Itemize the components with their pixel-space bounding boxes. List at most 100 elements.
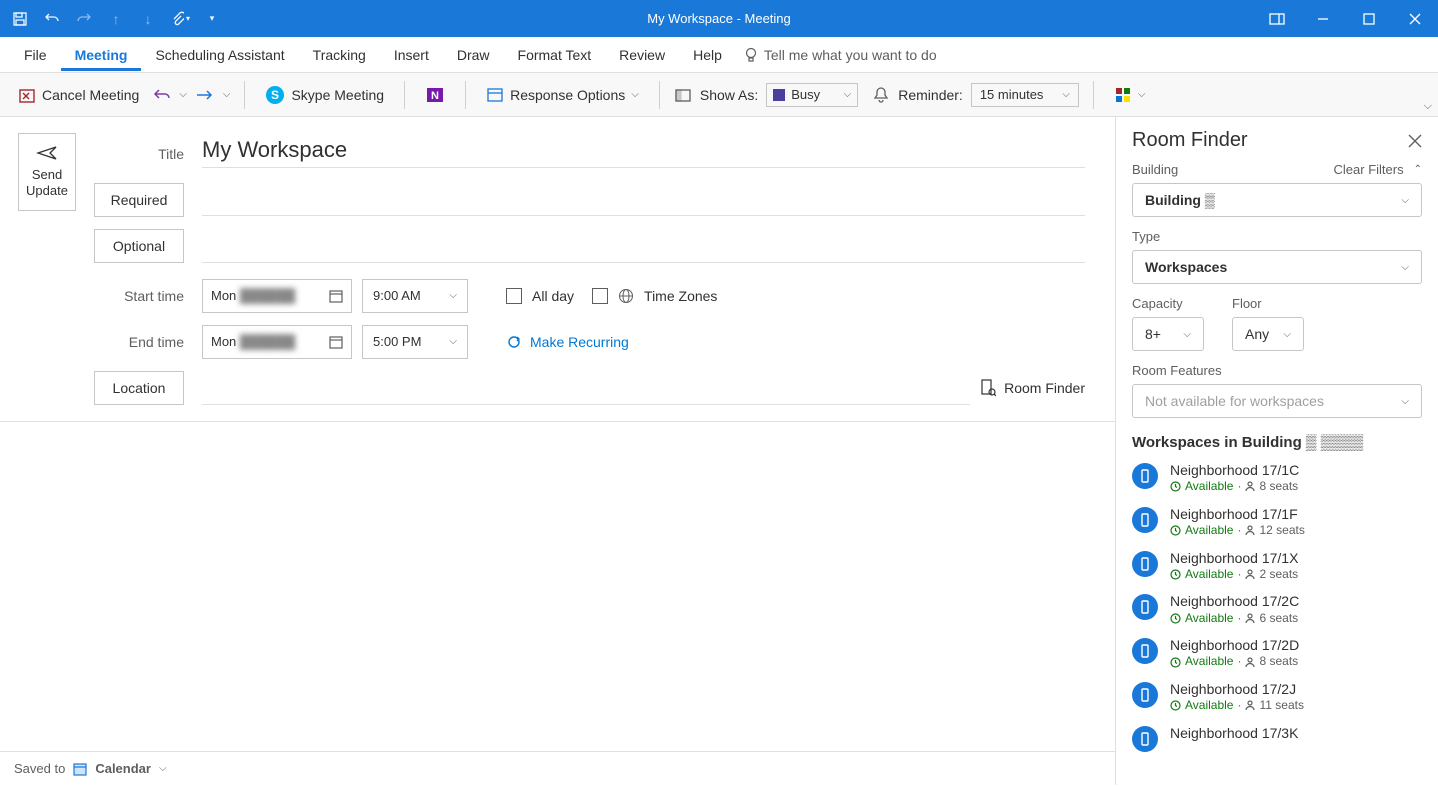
quick-access-toolbar: ↑ ↓ ▾ ▾ [0,5,232,33]
showas-select[interactable]: Busy ⌵ [766,83,858,107]
svg-text:N: N [431,90,439,102]
optional-button[interactable]: Optional [94,229,184,263]
tab-draw[interactable]: Draw [443,39,504,71]
start-date-input[interactable]: Mon ██████ [202,279,352,313]
close-icon[interactable] [1408,134,1422,148]
capacity-label: Capacity [1132,296,1204,311]
chevron-down-icon: ⌵ [1401,396,1409,407]
end-date-input[interactable]: Mon ██████ [202,325,352,359]
workspace-item[interactable]: Neighborhood 17/1XAvailable · 2 seats [1132,549,1422,583]
tab-tracking[interactable]: Tracking [299,39,380,71]
title-input[interactable]: My Workspace [202,133,1085,168]
onenote-button[interactable]: N [419,81,451,109]
reminder-select[interactable]: 15 minutes ⌵ [971,83,1079,107]
chevron-up-icon[interactable]: ⌃ [1414,164,1422,175]
redo-icon[interactable] [70,5,98,33]
tell-me-label: Tell me what you want to do [764,47,937,63]
chevron-down-icon[interactable]: ⌵ [159,763,167,774]
undo-icon[interactable] [153,88,171,102]
tab-review[interactable]: Review [605,39,679,71]
tab-scheduling-assistant[interactable]: Scheduling Assistant [141,39,298,71]
workspace-name: Neighborhood 17/1X [1170,549,1298,567]
features-select: Not available for workspaces⌵ [1132,384,1422,418]
tell-me-search[interactable]: Tell me what you want to do [744,47,937,63]
arrow-down-icon[interactable]: ↓ [134,5,162,33]
clear-filters-button[interactable]: Clear Filters [1334,162,1404,177]
workspace-item[interactable]: Neighborhood 17/2JAvailable · 11 seats [1132,680,1422,714]
forward-arrow-icon[interactable] [195,89,215,101]
workspace-name: Neighborhood 17/2J [1170,680,1304,698]
skype-icon: S [265,85,285,105]
features-label: Room Features [1132,363,1222,378]
tab-help[interactable]: Help [679,39,736,71]
required-button[interactable]: Required [94,183,184,217]
tab-meeting[interactable]: Meeting [61,39,142,71]
customize-qa-icon[interactable]: ▾ [198,5,226,33]
chevron-down-icon: ⌵ [1401,195,1409,206]
optional-input[interactable] [202,228,1085,263]
minimize-icon[interactable] [1300,0,1346,37]
collapse-ribbon-icon[interactable]: ⌵ [1424,100,1432,113]
ribbon-display-icon[interactable] [1254,0,1300,37]
location-input[interactable] [202,371,970,405]
chevron-down-icon: ⌵ [449,336,457,347]
chevron-down-icon: ⌵ [1138,89,1146,100]
attachment-icon[interactable]: ▾ [166,5,194,33]
location-button[interactable]: Location [94,371,184,405]
room-finder-toggle[interactable]: Room Finder [980,379,1085,397]
workspace-list: Neighborhood 17/1CAvailable · 8 seats Nei… [1132,461,1422,752]
workspace-item[interactable]: Neighborhood 17/1FAvailable · 12 seats [1132,505,1422,539]
capacity-select[interactable]: 8+⌵ [1132,317,1204,351]
building-select[interactable]: Building ▒⌵ [1132,183,1422,217]
send-icon [36,145,58,161]
save-icon[interactable] [6,5,34,33]
make-recurring-button[interactable]: Make Recurring [506,334,629,350]
floor-label: Floor [1232,296,1304,311]
close-icon[interactable] [1392,0,1438,37]
timezones-label: Time Zones [644,288,717,304]
tab-file[interactable]: File [10,39,61,71]
cancel-calendar-icon [18,87,36,103]
workspace-name: Neighborhood 17/2C [1170,592,1299,610]
workspace-item[interactable]: Neighborhood 17/3K [1132,724,1422,752]
send-update-button[interactable]: Send Update [18,133,76,211]
allday-label: All day [532,288,574,304]
chevron-down-icon: ⌵ [1062,89,1070,100]
floor-select[interactable]: Any⌵ [1232,317,1304,351]
maximize-icon[interactable] [1346,0,1392,37]
end-time-label: End time [129,325,184,359]
chevron-down-icon[interactable]: ⌵ [223,89,231,100]
separator [465,81,466,109]
calendar-icon [73,762,87,776]
tab-insert[interactable]: Insert [380,39,443,71]
workspace-name: Neighborhood 17/3K [1170,724,1298,742]
required-input[interactable] [202,180,1085,215]
response-options-button[interactable]: Response Options ⌵ [480,83,645,107]
room-finder-icon [980,379,996,397]
skype-meeting-button[interactable]: S Skype Meeting [259,81,390,109]
arrow-up-icon[interactable]: ↑ [102,5,130,33]
chevron-down-icon: ⌵ [1401,262,1409,273]
categorize-button[interactable]: ⌵ [1108,82,1152,108]
workspace-item[interactable]: Neighborhood 17/1CAvailable · 8 seats [1132,461,1422,495]
timezones-checkbox[interactable] [592,288,608,304]
chevron-down-icon[interactable]: ⌵ [179,89,187,100]
workspace-icon [1132,551,1158,577]
busy-color-icon [773,89,785,101]
workspace-item[interactable]: Neighborhood 17/2DAvailable · 8 seats [1132,636,1422,670]
start-time-select[interactable]: 9:00 AM⌵ [362,279,468,313]
undo-icon[interactable] [38,5,66,33]
calendar-icon [329,289,343,303]
tab-format-text[interactable]: Format Text [504,39,606,71]
type-select[interactable]: Workspaces⌵ [1132,250,1422,284]
cancel-meeting-button[interactable]: Cancel Meeting [12,83,145,107]
allday-checkbox[interactable] [506,288,522,304]
calendar-name[interactable]: Calendar [95,761,151,776]
meeting-body[interactable] [0,422,1115,751]
workspace-meta: Available · 8 seats [1170,654,1299,670]
end-time-select[interactable]: 5:00 PM⌵ [362,325,468,359]
globe-icon [618,288,634,304]
start-time-label: Start time [124,279,184,313]
workspace-item[interactable]: Neighborhood 17/2CAvailable · 6 seats [1132,592,1422,626]
separator [1093,81,1094,109]
